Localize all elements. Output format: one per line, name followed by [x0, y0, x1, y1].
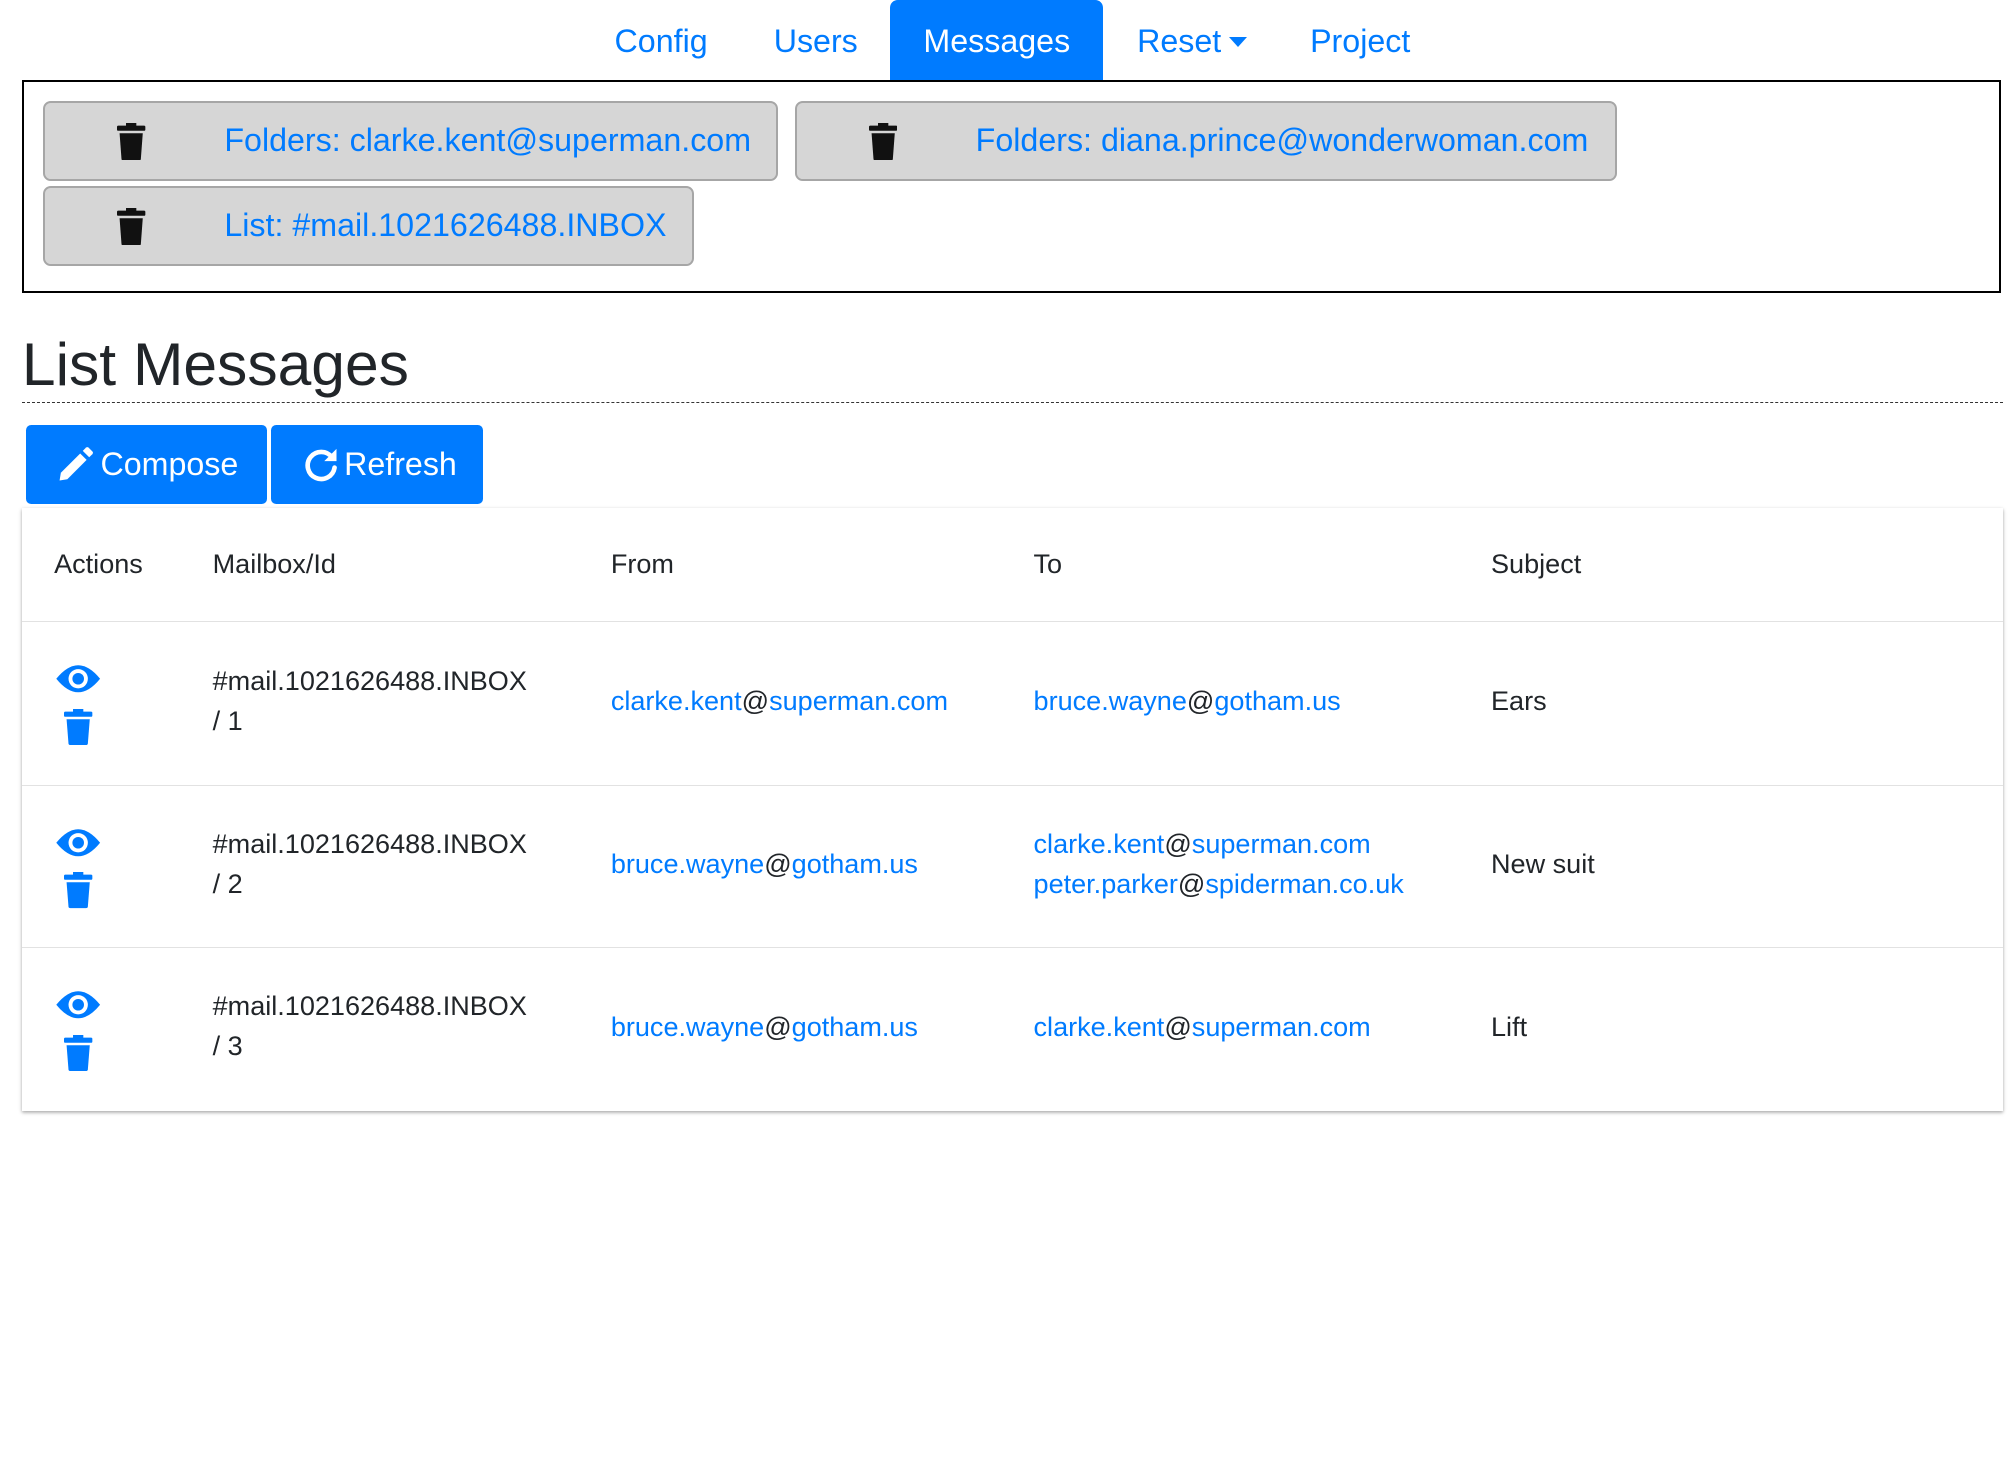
from-user-link[interactable]: clarke.kent — [611, 686, 742, 716]
column-header-actions: Actions — [54, 548, 143, 579]
to-user-link[interactable]: clarke.kent — [1034, 1012, 1165, 1042]
refresh-label: Refresh — [344, 446, 457, 483]
compose-button[interactable]: Compose — [25, 425, 267, 504]
subject-cell: New suit — [1491, 849, 1595, 880]
row-divider — [21, 621, 2003, 622]
to-domain-link[interactable]: spiderman.co.uk — [1205, 869, 1403, 899]
trash-icon — [117, 122, 146, 160]
at-sign: @ — [1177, 868, 1206, 899]
from-domain-link[interactable]: gotham.us — [792, 849, 918, 879]
mailbox-id-cell: #mail.1021626488.INBOX / 1 — [213, 662, 527, 742]
history-item-label: Folders: diana.prince@wonderwoman.com — [975, 122, 1589, 159]
history-item-folders-clarke[interactable]: Folders: clarke.kent@superman.com — [43, 101, 778, 182]
to-domain-link[interactable]: gotham.us — [1214, 686, 1340, 716]
mailbox-name: #mail.1021626488.INBOX — [212, 828, 527, 859]
to-user-link[interactable]: peter.parker — [1034, 869, 1178, 899]
to-domain-link[interactable]: superman.com — [1192, 1012, 1371, 1042]
at-sign: @ — [1164, 1011, 1192, 1042]
row-divider — [21, 947, 2003, 948]
at-sign: @ — [764, 1011, 792, 1042]
trash-icon — [868, 122, 898, 160]
message-id: / 1 — [212, 706, 243, 737]
history-panel: Folders: clarke.kent@superman.com Folder… — [21, 79, 2002, 293]
mailbox-id-cell: #mail.1021626488.INBOX / 3 — [213, 987, 527, 1067]
trash-icon[interactable] — [64, 708, 93, 745]
message-id: / 3 — [212, 1031, 243, 1062]
trash-icon[interactable] — [64, 1034, 93, 1071]
column-header-subject: Subject — [1491, 548, 1582, 579]
to-cell: clarke.kent@superman.com peter.parker@sp… — [1034, 825, 1404, 905]
to-domain-link[interactable]: superman.com — [1192, 829, 1371, 859]
at-sign: @ — [1186, 685, 1215, 716]
refresh-icon — [305, 449, 337, 482]
refresh-button[interactable]: Refresh — [270, 425, 484, 504]
from-user-link[interactable]: bruce.wayne — [611, 849, 764, 879]
from-domain-link[interactable]: superman.com — [769, 686, 948, 716]
top-nav: Config Users Messages Reset Project — [0, 0, 2010, 80]
subject-cell: Ears — [1491, 685, 1547, 716]
nav-messages[interactable]: Messages — [890, 0, 1104, 80]
page-title: List Messages — [21, 329, 409, 398]
from-cell: bruce.wayne@gotham.us — [611, 845, 918, 885]
to-cell: clarke.kent@superman.com — [1034, 1008, 1371, 1048]
row-divider — [21, 784, 2003, 786]
history-item-list-inbox[interactable]: List: #mail.1021626488.INBOX — [43, 186, 695, 267]
eye-icon[interactable] — [55, 988, 101, 1022]
from-domain-link[interactable]: gotham.us — [792, 1012, 918, 1042]
compose-label: Compose — [100, 446, 239, 483]
nav-reset-label: Reset — [1137, 23, 1222, 59]
to-user-link[interactable]: bruce.wayne — [1034, 686, 1187, 716]
message-id: / 2 — [212, 868, 243, 899]
history-item-label: List: #mail.1021626488.INBOX — [224, 207, 667, 244]
caret-down-icon — [1228, 36, 1247, 47]
nav-reset-dropdown[interactable]: Reset — [1121, 0, 1263, 80]
history-item-folders-diana[interactable]: Folders: diana.prince@wonderwoman.com — [794, 101, 1617, 182]
title-divider — [21, 402, 2003, 403]
subject-cell: Lift — [1491, 1011, 1528, 1042]
trash-icon[interactable] — [64, 872, 93, 909]
trash-icon — [117, 207, 146, 245]
pencil-icon — [59, 447, 93, 481]
column-header-from: From — [610, 548, 674, 579]
from-cell: bruce.wayne@gotham.us — [611, 1008, 918, 1048]
eye-icon[interactable] — [55, 826, 101, 860]
history-item-label: Folders: clarke.kent@superman.com — [224, 122, 752, 159]
nav-config[interactable]: Config — [590, 0, 732, 80]
from-user-link[interactable]: bruce.wayne — [611, 1012, 764, 1042]
eye-icon[interactable] — [55, 662, 101, 696]
to-cell: bruce.wayne@gotham.us — [1034, 682, 1341, 722]
from-cell: clarke.kent@superman.com — [611, 682, 948, 722]
mailbox-name: #mail.1021626488.INBOX — [212, 991, 527, 1022]
mailbox-id-cell: #mail.1021626488.INBOX / 2 — [213, 825, 527, 905]
at-sign: @ — [1164, 828, 1192, 859]
nav-project[interactable]: Project — [1286, 0, 1434, 80]
at-sign: @ — [741, 685, 770, 716]
column-header-to: To — [1033, 548, 1063, 579]
mailbox-name: #mail.1021626488.INBOX — [212, 666, 527, 697]
at-sign: @ — [764, 849, 792, 880]
messages-table: Actions Mailbox/Id From To Subject #mail… — [21, 507, 2003, 1111]
page: Config Users Messages Reset Project Fold… — [0, 0, 2010, 1461]
nav-users[interactable]: Users — [745, 0, 887, 80]
to-user-link[interactable]: clarke.kent — [1034, 829, 1165, 859]
column-header-mailbox: Mailbox/Id — [212, 548, 336, 579]
